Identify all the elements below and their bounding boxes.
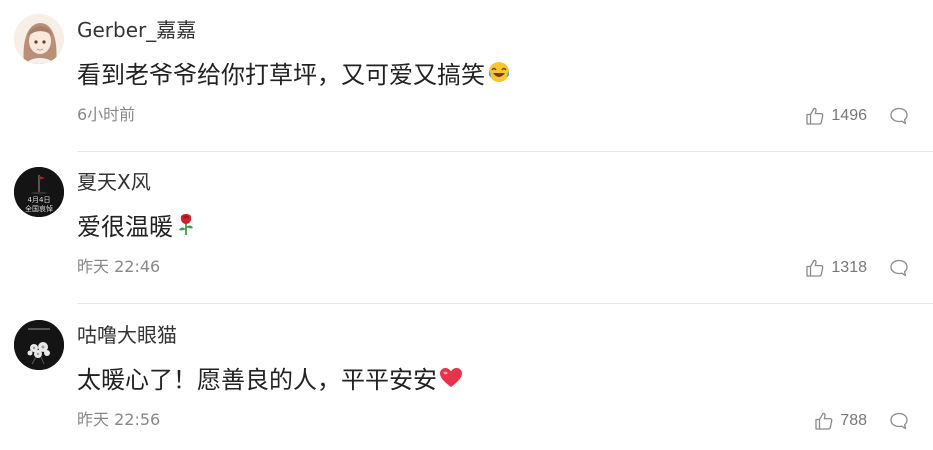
- username[interactable]: 咕噜大眼猫: [77, 321, 177, 349]
- reply-button[interactable]: [889, 258, 909, 278]
- like-count: 1496: [831, 107, 867, 124]
- like-count: 788: [840, 412, 867, 429]
- comment-list: Gerber_嘉嘉 看到老爷爷给你打草坪，又可爱又搞笑 6小时前 1496 4月…: [0, 0, 933, 450]
- comment-time: 6小时前: [77, 105, 136, 124]
- comment-actions: 1318: [805, 256, 909, 280]
- thumbs-up-icon: [806, 107, 824, 125]
- comment-item: 4月4日 全国哀悼 夏天X风 爱很温暖 昨天 22:46 1318: [0, 152, 933, 304]
- user-avatar[interactable]: 4月4日 全国哀悼: [14, 167, 64, 217]
- anime-girl-avatar-image: [14, 14, 64, 64]
- comment-text-content: 看到老爷爷给你打草坪，又可爱又搞笑: [77, 61, 485, 89]
- comment-bubble-icon: [890, 107, 908, 125]
- comment-time: 昨天 22:46: [77, 257, 161, 276]
- like-button[interactable]: 1496: [805, 106, 867, 126]
- comment-text: 太暖心了！愿善良的人，平平安安: [77, 363, 463, 398]
- thumbs-up-icon: [815, 412, 833, 430]
- reply-button[interactable]: [889, 411, 909, 431]
- comment-actions: 1496: [805, 104, 909, 128]
- username[interactable]: Gerber_嘉嘉: [77, 16, 196, 44]
- red-heart-emoji-icon: [439, 364, 463, 398]
- comment-text: 爱很温暖: [77, 210, 197, 245]
- comment-bubble-icon: [890, 259, 908, 277]
- comment-item: Gerber_嘉嘉 看到老爷爷给你打草坪，又可爱又搞笑 6小时前 1496: [0, 0, 933, 152]
- user-avatar[interactable]: [14, 14, 64, 64]
- like-button[interactable]: 1318: [805, 258, 867, 278]
- reply-button[interactable]: [889, 106, 909, 126]
- divider: [77, 303, 933, 304]
- laugh-cry-emoji-icon: [487, 59, 511, 93]
- comment-item: 咕噜大眼猫 太暖心了！愿善良的人，平平安安 昨天 22:56 788: [0, 305, 933, 450]
- comment-time: 昨天 22:56: [77, 410, 161, 429]
- like-button[interactable]: 788: [814, 411, 867, 431]
- avatar-caption: 4月4日: [27, 196, 51, 204]
- avatar-caption: 全国哀悼: [25, 205, 53, 213]
- username[interactable]: 夏天X风: [77, 168, 151, 196]
- like-count: 1318: [831, 259, 867, 276]
- thumbs-up-icon: [806, 259, 824, 277]
- comment-bubble-icon: [890, 412, 908, 430]
- rose-emoji-icon: [175, 211, 197, 245]
- comment-text-content: 爱很温暖: [77, 213, 173, 241]
- comment-text-content: 太暖心了！愿善良的人，平平安安: [77, 366, 437, 394]
- user-avatar[interactable]: [14, 320, 64, 370]
- comment-text: 看到老爷爷给你打草坪，又可爱又搞笑: [77, 58, 511, 93]
- comment-actions: 788: [814, 409, 909, 433]
- white-flower-avatar-image: [14, 320, 64, 370]
